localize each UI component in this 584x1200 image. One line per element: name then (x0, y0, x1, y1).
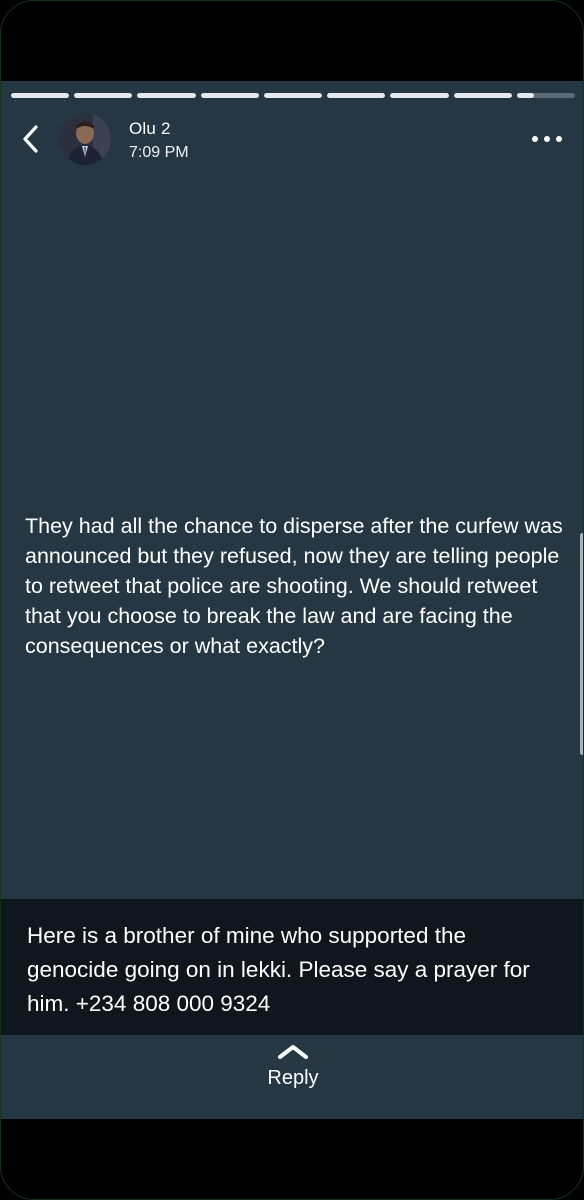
progress-segment (390, 93, 449, 98)
more-options-button[interactable] (529, 127, 565, 151)
user-name[interactable]: Olu 2 (129, 119, 171, 139)
caption-box: Here is a brother of mine who supported … (1, 899, 583, 1035)
progress-segment (453, 93, 512, 98)
chevron-up-icon[interactable] (275, 1043, 311, 1061)
progress-segment (200, 93, 259, 98)
phone-frame: Olu 2 7:09 PM They had all the chance to… (0, 0, 584, 1200)
progress-segment (137, 93, 196, 98)
avatar-photo (59, 113, 111, 165)
story-progress-bars (11, 93, 575, 98)
progress-segment (74, 93, 133, 98)
story-screen[interactable]: Olu 2 7:09 PM They had all the chance to… (1, 81, 583, 1119)
reply-button[interactable]: Reply (1, 1067, 583, 1090)
more-horizontal-icon (532, 136, 562, 142)
avatar[interactable] (59, 113, 111, 165)
progress-segment (263, 93, 323, 98)
caption-text: Here is a brother of mine who supported … (27, 923, 530, 1016)
progress-segment-current (516, 93, 575, 98)
story-header: Olu 2 7:09 PM (1, 111, 583, 175)
progress-segment (11, 93, 70, 98)
chevron-left-icon (23, 125, 38, 153)
post-time: 7:09 PM (129, 144, 189, 161)
reply-area[interactable]: Reply (1, 1035, 583, 1119)
scrollbar-thumb[interactable] (580, 533, 583, 755)
story-text: They had all the chance to disperse afte… (25, 514, 563, 658)
progress-segment (327, 93, 386, 98)
back-button[interactable] (15, 123, 47, 155)
